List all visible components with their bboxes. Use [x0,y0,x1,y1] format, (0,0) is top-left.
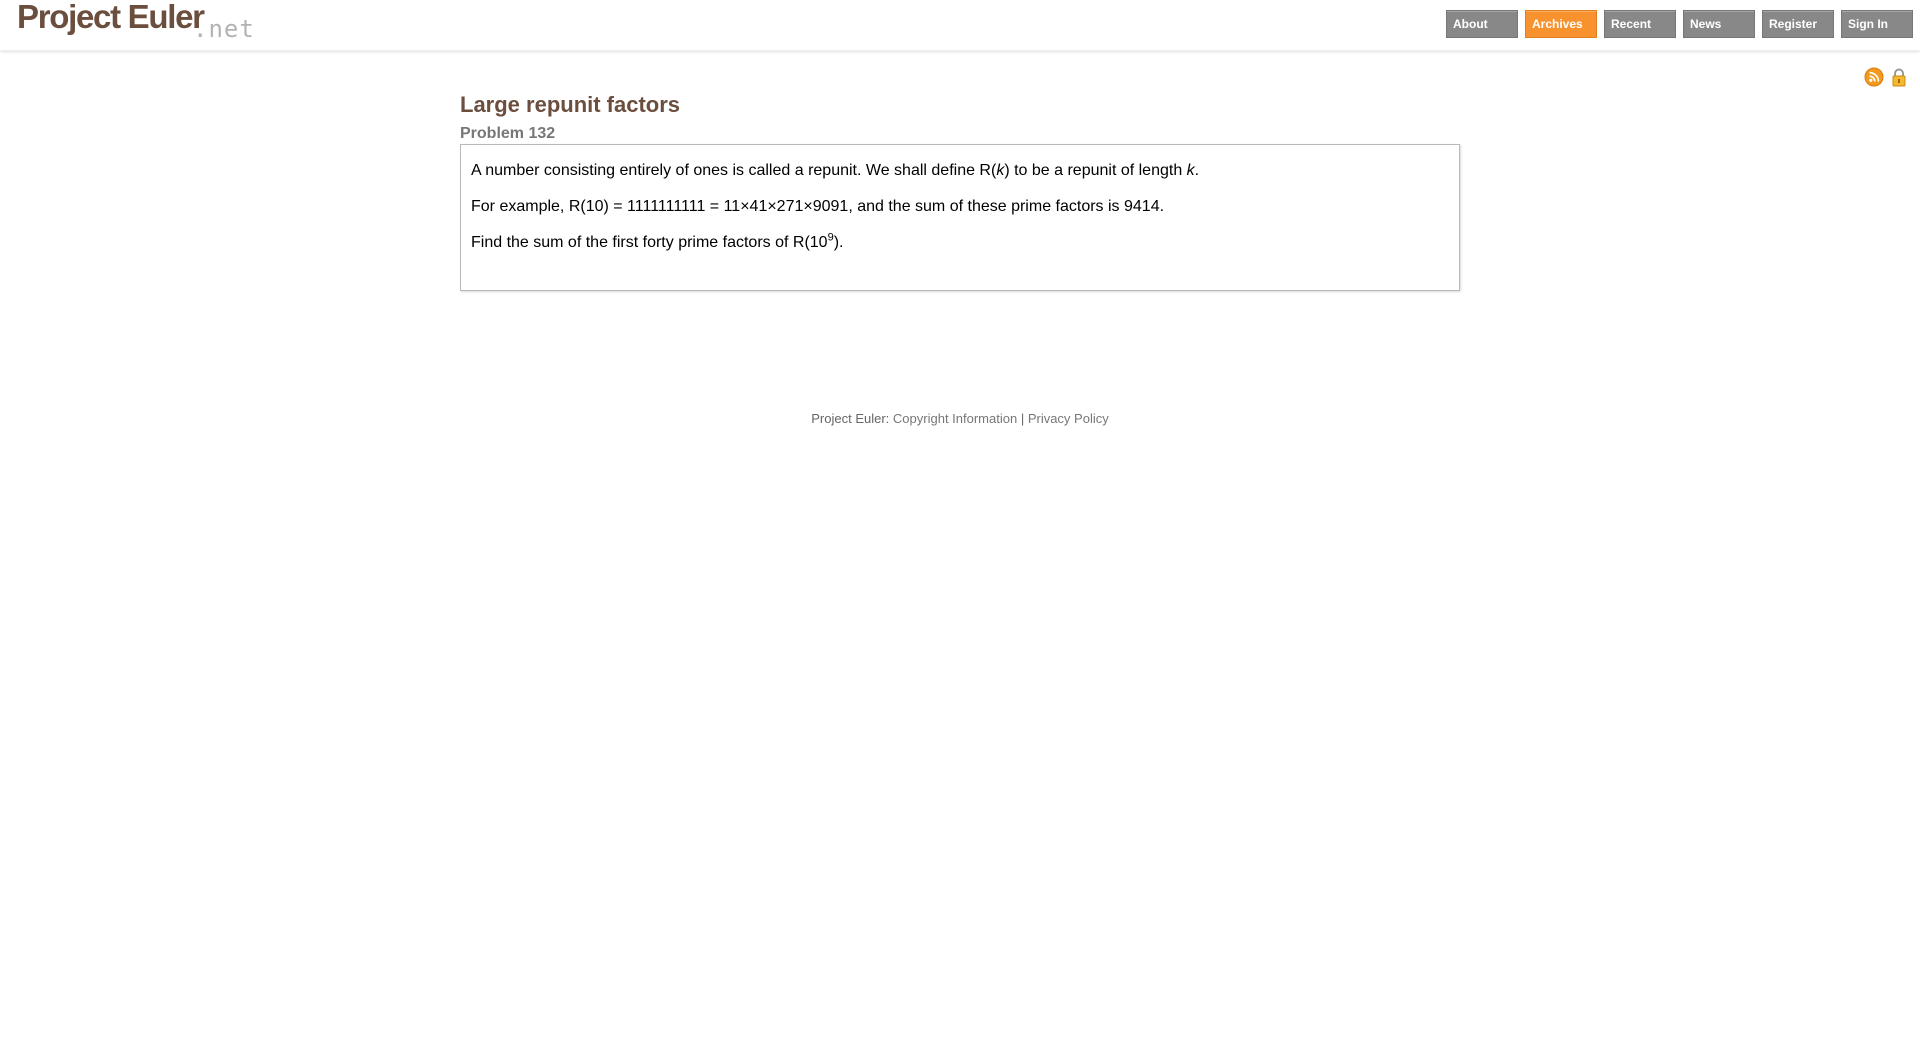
nav-sign-in[interactable]: Sign In [1841,10,1913,38]
problem-paragraph-3: Find the sum of the first forty prime fa… [471,232,1449,253]
logo-suffix-text: .net [193,15,255,43]
problem-tools [1864,67,1909,87]
p3-text-end: ). [833,234,844,251]
problem-title: Large repunit factors [460,92,681,117]
nav-news[interactable]: News [1683,10,1755,38]
nav-archives[interactable]: Archives [1525,10,1597,38]
problem-statement: A number consisting entirely of ones is … [460,144,1460,291]
p1-variable-2: k [1186,162,1195,179]
nav-recent[interactable]: Recent [1604,10,1676,38]
nav-about[interactable]: About [1446,10,1518,38]
lock-icon[interactable] [1889,67,1909,87]
copyright-link[interactable]: Copyright Information [893,411,1017,426]
site-footer: Project Euler: Copyright Information | P… [0,410,1920,428]
logo-main-text: Project Euler [17,0,205,35]
rss-feed-icon[interactable] [1864,67,1884,87]
problem-paragraph-1: A number consisting entirely of ones is … [471,161,1449,181]
p3-text-pre: Find the sum of the first forty prime fa… [471,234,828,251]
footer-separator: | [1017,411,1028,426]
p1-text-pre: A number consisting entirely of ones is … [471,162,997,179]
nav-register[interactable]: Register [1762,10,1834,38]
problem-paragraph-2: For example, R(10) = 1111111111 = 11×41×… [471,198,1165,215]
main-content: Large repunit factors Problem 132 A numb… [460,88,1460,291]
problem-number: Problem 132 [460,125,556,142]
site-header: Project Euler .net About Archives Recent… [0,0,1920,51]
privacy-policy-link[interactable]: Privacy Policy [1028,411,1109,426]
p1-text-mid: ) to be a repunit of length [1004,162,1187,179]
footer-prefix: Project Euler: [811,411,893,426]
p1-text-end: . [1194,162,1200,179]
main-nav: About Archives Recent News Register Sign… [1446,10,1913,38]
